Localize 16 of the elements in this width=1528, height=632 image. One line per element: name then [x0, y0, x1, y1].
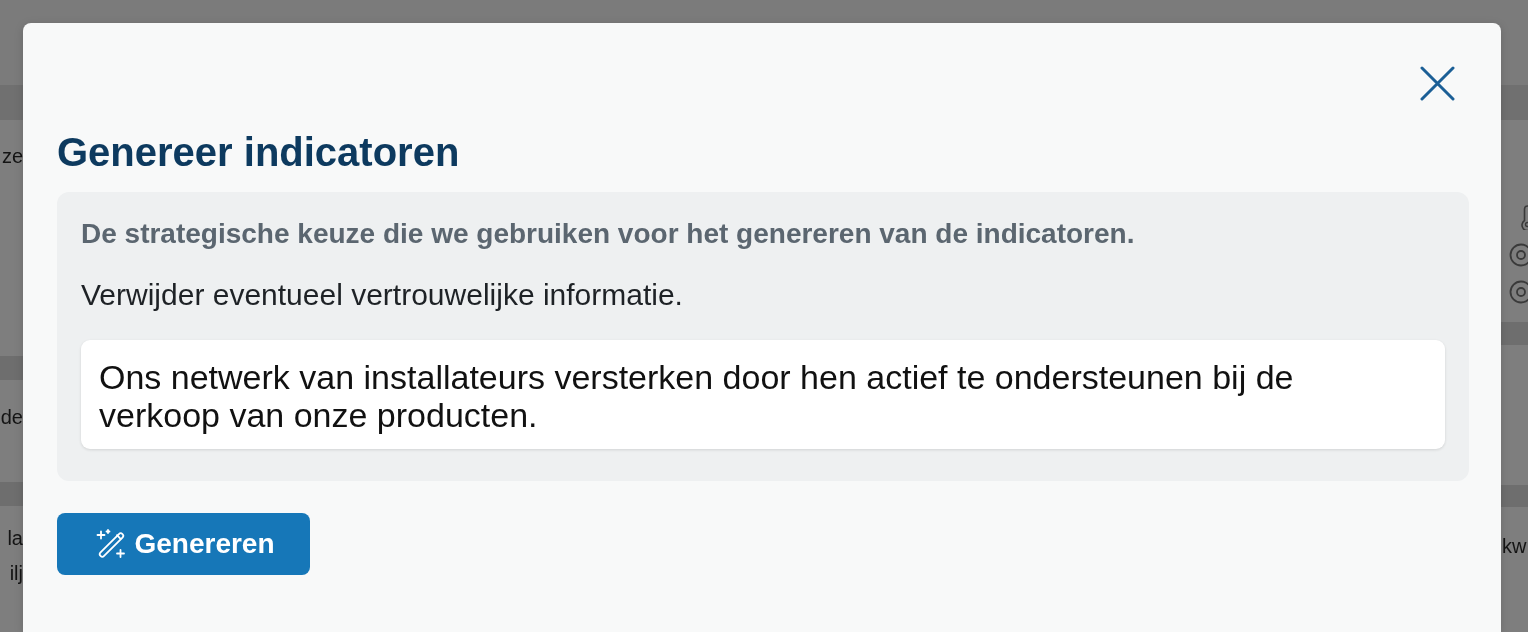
panel-heading: De strategische keuze die we gebruiken voor het genereren van de indicatoren. [81, 218, 1135, 250]
close-button[interactable] [1420, 66, 1455, 101]
ring-icon [1509, 280, 1528, 304]
background-text: kw [1502, 534, 1527, 559]
magic-wand-icon [96, 529, 127, 559]
close-icon [1420, 66, 1455, 101]
generate-button[interactable]: Genereren [57, 513, 310, 575]
hint-text: Verwijder eventueel vertrouwelijke informatie. [81, 277, 683, 313]
text-area[interactable]: Ons netwerk van installateurs versterken door hen actief te ondersteunen bij de verkoop van onze producten. [81, 340, 1445, 449]
ring-icon [1509, 243, 1528, 267]
thermometer-icon [1519, 205, 1528, 230]
background-text: ilj [9, 561, 23, 586]
background-text: de [0, 405, 23, 430]
background-text: la [7, 526, 23, 551]
dialog-title: Genereer indicatoren [57, 129, 460, 176]
background-text: ze [1, 144, 23, 169]
